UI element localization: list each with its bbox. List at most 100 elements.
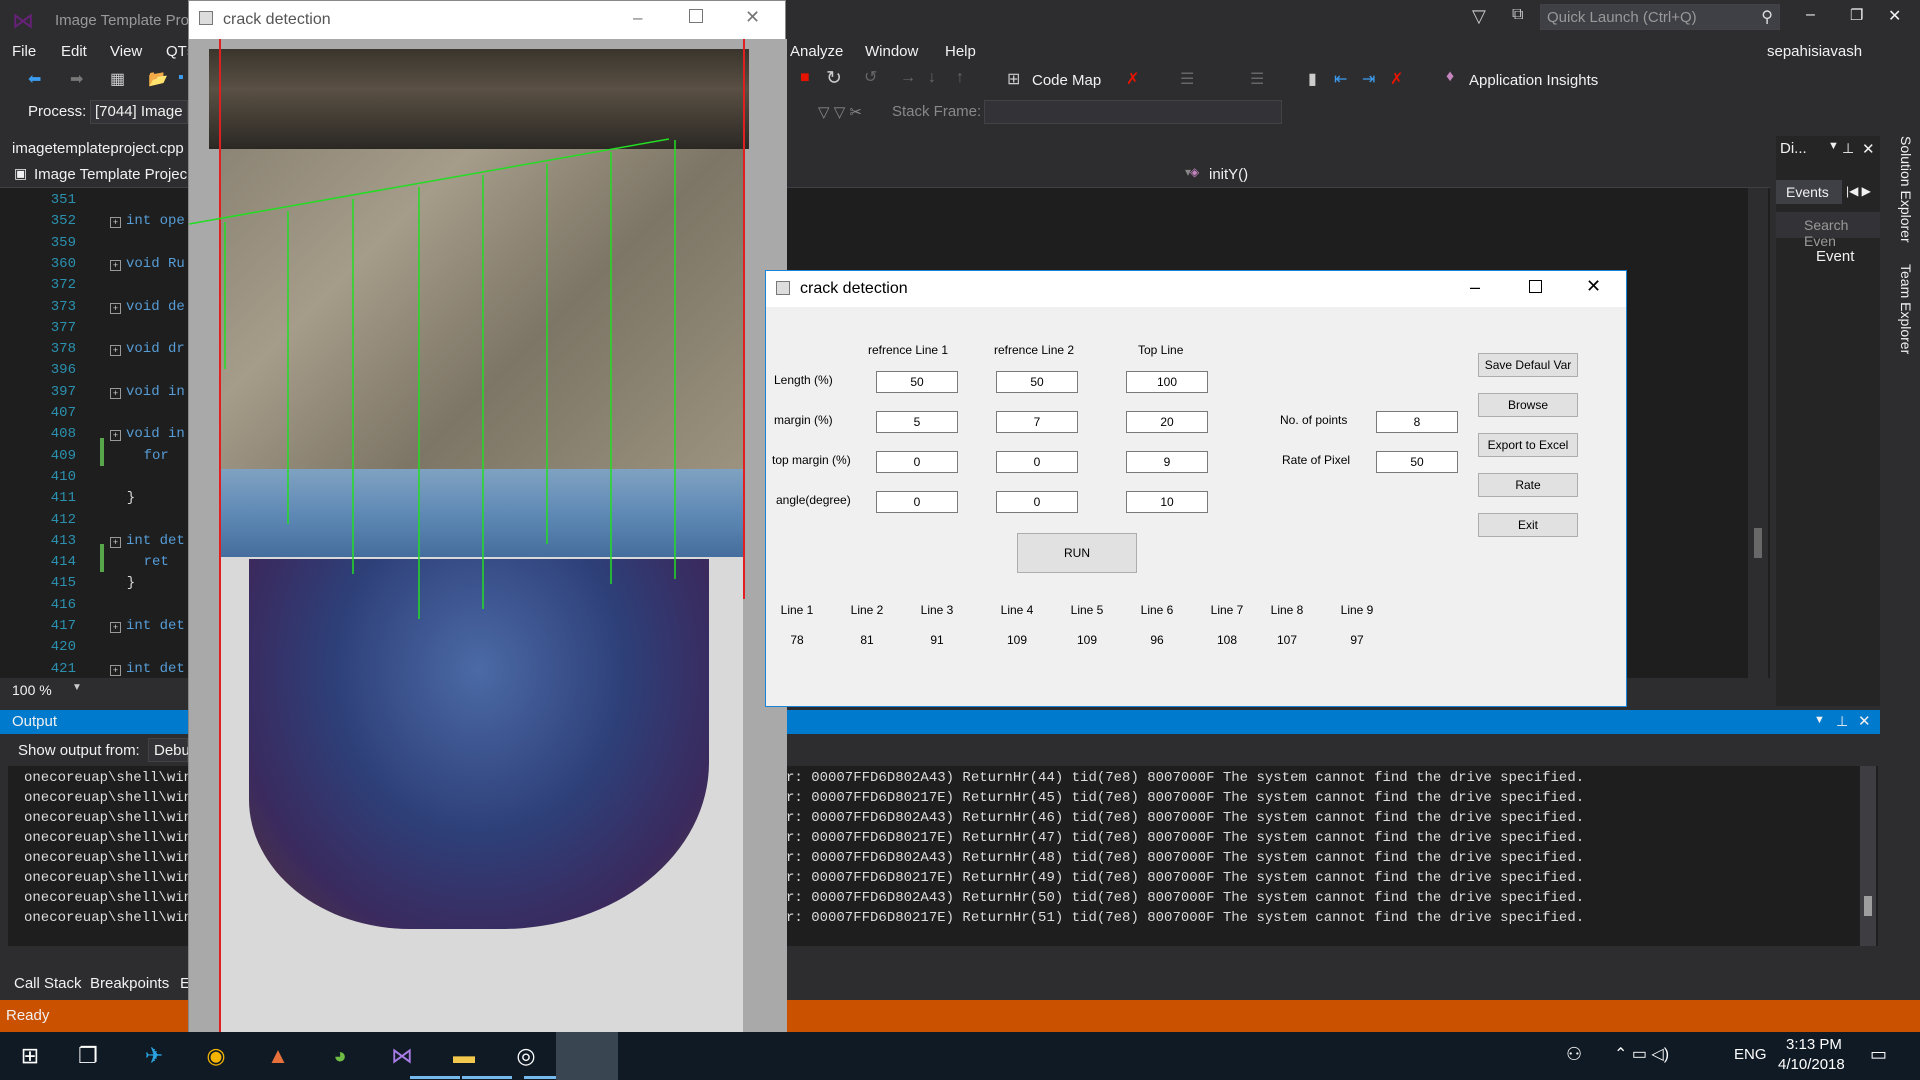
step-icon[interactable]: ↺ [864,67,877,87]
image-window[interactable]: crack detection – ✕ [188,0,787,1033]
output-menu-icon[interactable]: ▼ [1814,714,1825,726]
call-stack-tab[interactable]: Call Stack [14,975,82,992]
back-icon[interactable]: ⬅ [28,69,41,89]
menu-file[interactable]: File [12,43,36,60]
rate-button[interactable]: Rate [1478,473,1578,497]
system-tray-icons[interactable]: ⌃ ▭ ◁) [1614,1044,1669,1064]
indent-icon[interactable]: ☰ [1180,69,1194,89]
output-scrollbar-thumb[interactable] [1864,896,1872,916]
dialog-maximize-button[interactable] [1529,280,1542,293]
angle-ref2-input[interactable]: 0 [996,491,1078,513]
diag-menu-icon[interactable]: ▼ [1828,140,1839,152]
feedback-icon[interactable]: ⧉ [1512,6,1523,24]
show-output-select[interactable]: Debu [148,738,190,762]
events-tab[interactable]: Events [1776,180,1842,204]
top-margin-ref2-input[interactable]: 0 [996,451,1078,473]
stop-icon[interactable]: ■ [800,69,810,87]
notification-icon[interactable]: ▭ [1870,1044,1887,1065]
chrome-icon[interactable]: ◉ [200,1040,232,1072]
forward-icon[interactable]: ➡ [70,69,83,89]
fold-toggle-icon[interactable]: + [110,217,121,229]
filter-icon[interactable]: ▽ [1472,6,1486,27]
code-map-icon[interactable]: ⊞ [1007,69,1020,89]
restart-icon[interactable]: ↻ [826,67,842,90]
fold-toggle-icon[interactable]: + [110,302,121,314]
fold-toggle-icon[interactable]: + [110,536,121,548]
step-over-icon[interactable]: → [900,69,916,87]
menu-window[interactable]: Window [865,43,918,60]
user-name[interactable]: sepahisiavash [1767,43,1862,60]
length-ref2-input[interactable]: 50 [996,371,1078,393]
step-out-icon[interactable]: ↑ [956,69,964,87]
image-maximize-button[interactable] [689,9,703,23]
people-icon[interactable]: ⚇ [1566,1044,1582,1065]
image-window-titlebar[interactable]: crack detection – ✕ [189,1,785,39]
menu-view[interactable]: View [110,43,142,60]
fold-toggle-icon[interactable]: + [110,430,121,442]
fold-toggle-icon[interactable]: + [110,259,121,271]
bookmark-icon[interactable]: ▮ [1308,69,1317,89]
clock-time[interactable]: 3:13 PM [1786,1036,1842,1053]
dialog-close-button[interactable]: ✕ [1586,276,1601,297]
task-view-icon[interactable]: ❐ [72,1040,104,1072]
menu-help[interactable]: Help [945,43,976,60]
language-indicator[interactable]: ENG [1734,1046,1767,1063]
step-into-icon[interactable]: ↓ [928,69,936,87]
save-default-var-button[interactable]: Save Defaul Var [1478,353,1578,377]
export-to-excel-button[interactable]: Export to Excel [1478,433,1578,457]
diag-close-icon[interactable]: ✕ [1862,140,1875,158]
search-events-input[interactable]: Search Even [1776,212,1880,249]
open-icon[interactable]: 📂 [148,69,168,89]
pin-icon[interactable]: ⊥ [1842,140,1854,157]
rate-of-pixel-input[interactable]: 50 [1376,451,1458,473]
clear-bookmark-icon[interactable]: ✗ [1390,69,1403,89]
camera-app-icon[interactable]: ◎ [510,1040,542,1072]
scrollbar-thumb[interactable] [1754,528,1762,558]
output-scrollbar[interactable] [1860,766,1876,946]
output-close-icon[interactable]: ✕ [1858,712,1871,730]
matlab-icon[interactable]: ▲ [262,1040,294,1072]
scope-dropdown[interactable]: Image Template Projec [34,166,187,183]
function-dropdown[interactable]: initY() [1209,166,1248,183]
menu-analyze[interactable]: Analyze [790,43,843,60]
fold-toggle-icon[interactable]: + [110,622,121,633]
next-bookmark-icon[interactable]: ⇥ [1362,69,1375,89]
app-icon-globe[interactable]: ◕ [324,1040,356,1072]
visual-studio-icon[interactable]: ⋈ [386,1040,418,1072]
angle-ref1-input[interactable]: 0 [876,491,958,513]
image-minimize-button[interactable]: – [633,8,642,28]
app-insights-button[interactable]: Application Insights [1469,72,1598,89]
margin-ref1-input[interactable]: 5 [876,411,958,433]
no-of-points-input[interactable]: 8 [1376,411,1458,433]
browse-button[interactable]: Browse [1478,393,1578,417]
telegram-icon[interactable]: ✈ [138,1040,170,1072]
top-margin-ref1-input[interactable]: 0 [876,451,958,473]
image-close-button[interactable]: ✕ [745,7,760,28]
prev-bookmark-icon[interactable]: ⇤ [1334,69,1347,89]
menu-edit[interactable]: Edit [61,43,87,60]
filter-thread-icon[interactable]: ▽ ▽ ✂ [818,103,862,121]
search-icon[interactable]: ⚲ [1761,7,1773,27]
clock-date[interactable]: 4/10/2018 [1778,1056,1845,1073]
run-button[interactable]: RUN [1017,533,1137,573]
start-windows-icon[interactable]: ⊞ [14,1040,46,1072]
fold-toggle-icon[interactable]: + [110,664,121,676]
breakpoint-icon[interactable]: ✗ [1126,69,1139,89]
margin-ref2-input[interactable]: 7 [996,411,1078,433]
fold-toggle-icon[interactable]: + [110,387,121,399]
stack-frame-select[interactable] [984,100,1282,124]
close-button[interactable]: ✕ [1888,6,1901,26]
file-tab[interactable]: imagetemplateproject.cpp [0,136,188,160]
breakpoints-tab[interactable]: Breakpoints [90,975,169,992]
process-select[interactable]: [7044] Image [90,100,188,124]
dialog-titlebar[interactable]: crack detection – ✕ [766,271,1626,307]
top-margin-top-input[interactable]: 9 [1126,451,1208,473]
margin-top-input[interactable]: 20 [1126,411,1208,433]
length-top-input[interactable]: 100 [1126,371,1208,393]
editor-scrollbar[interactable] [1748,188,1768,678]
team-explorer-tab[interactable]: Team Explorer [1884,264,1914,384]
restore-button[interactable]: ❐ [1850,6,1863,24]
quick-launch-input[interactable]: Quick Launch (Ctrl+Q) ⚲ [1540,4,1780,30]
length-ref1-input[interactable]: 50 [876,371,958,393]
zoom-level[interactable]: 100 % [12,682,52,698]
